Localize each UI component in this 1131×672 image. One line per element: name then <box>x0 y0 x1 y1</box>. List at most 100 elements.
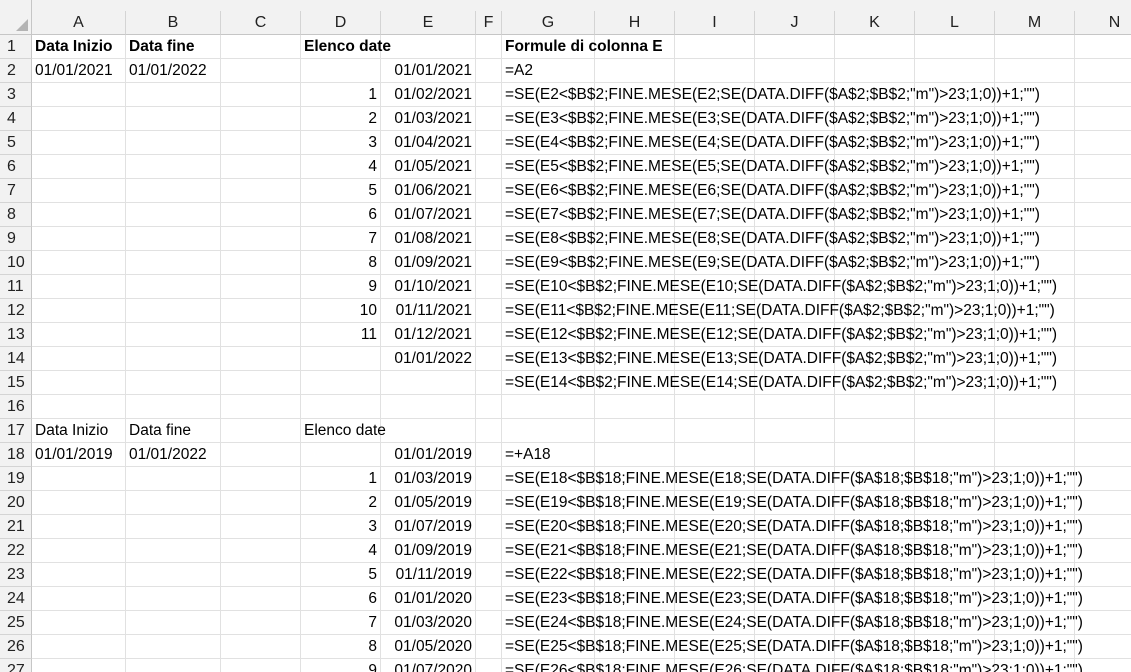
cell-m2[interactable] <box>995 59 1075 83</box>
cell-a10[interactable] <box>32 251 126 275</box>
cell-n20[interactable] <box>1075 491 1131 515</box>
cell-b14[interactable] <box>126 347 221 371</box>
cell-f9[interactable] <box>476 227 502 251</box>
row-header-14[interactable]: 14 <box>0 347 32 371</box>
cell-d10[interactable]: 8 <box>301 251 381 275</box>
cell-i18[interactable] <box>675 443 755 467</box>
row-header-22[interactable]: 22 <box>0 539 32 563</box>
cell-i2[interactable] <box>675 59 755 83</box>
column-header-d[interactable]: D <box>301 11 381 35</box>
cell-b7[interactable] <box>126 179 221 203</box>
cell-e7[interactable]: 01/06/2021 <box>381 179 476 203</box>
cell-f20[interactable] <box>476 491 502 515</box>
cell-c6[interactable] <box>221 155 301 179</box>
cell-l18[interactable] <box>915 443 995 467</box>
cell-d12[interactable]: 10 <box>301 299 381 323</box>
cell-i16[interactable] <box>675 395 755 419</box>
cell-n18[interactable] <box>1075 443 1131 467</box>
cell-e22[interactable]: 01/09/2019 <box>381 539 476 563</box>
cell-e16[interactable] <box>381 395 476 419</box>
cell-a16[interactable] <box>32 395 126 419</box>
cell-e4[interactable]: 01/03/2021 <box>381 107 476 131</box>
cell-e3[interactable]: 01/02/2021 <box>381 83 476 107</box>
row-header-17[interactable]: 17 <box>0 419 32 443</box>
cell-e15[interactable] <box>381 371 476 395</box>
cell-b24[interactable] <box>126 587 221 611</box>
cell-d5[interactable]: 3 <box>301 131 381 155</box>
cell-n3[interactable] <box>1075 83 1131 107</box>
cell-d21[interactable]: 3 <box>301 515 381 539</box>
cell-c22[interactable] <box>221 539 301 563</box>
cell-d14[interactable] <box>301 347 381 371</box>
cell-l17[interactable] <box>915 419 995 443</box>
row-header-10[interactable]: 10 <box>0 251 32 275</box>
cell-c27[interactable] <box>221 659 301 672</box>
cell-a9[interactable] <box>32 227 126 251</box>
cell-g21[interactable]: =SE(E20<$B$18;FINE.MESE(E20;SE(DATA.DIFF… <box>502 515 1083 539</box>
cell-b4[interactable] <box>126 107 221 131</box>
cell-e8[interactable]: 01/07/2021 <box>381 203 476 227</box>
cell-n17[interactable] <box>1075 419 1131 443</box>
cell-g13[interactable]: =SE(E12<$B$2;FINE.MESE(E12;SE(DATA.DIFF(… <box>502 323 1057 347</box>
cell-b5[interactable] <box>126 131 221 155</box>
cell-d13[interactable]: 11 <box>301 323 381 347</box>
column-header-a[interactable]: A <box>32 11 126 35</box>
row-header-12[interactable]: 12 <box>0 299 32 323</box>
column-header-c[interactable]: C <box>221 11 301 35</box>
cell-b10[interactable] <box>126 251 221 275</box>
cell-c8[interactable] <box>221 203 301 227</box>
row-header-4[interactable]: 4 <box>0 107 32 131</box>
cell-n9[interactable] <box>1075 227 1131 251</box>
cell-n15[interactable] <box>1075 371 1131 395</box>
cell-b12[interactable] <box>126 299 221 323</box>
cell-n25[interactable] <box>1075 611 1131 635</box>
cell-l2[interactable] <box>915 59 995 83</box>
cell-f4[interactable] <box>476 107 502 131</box>
cell-k1[interactable] <box>835 35 915 59</box>
cell-c18[interactable] <box>221 443 301 467</box>
cell-g10[interactable]: =SE(E9<$B$2;FINE.MESE(E9;SE(DATA.DIFF($A… <box>502 251 1040 275</box>
cell-e24[interactable]: 01/01/2020 <box>381 587 476 611</box>
cell-c12[interactable] <box>221 299 301 323</box>
cell-n24[interactable] <box>1075 587 1131 611</box>
column-header-h[interactable]: H <box>595 11 675 35</box>
column-header-g[interactable]: G <box>502 11 595 35</box>
row-header-13[interactable]: 13 <box>0 323 32 347</box>
cell-f23[interactable] <box>476 563 502 587</box>
cell-d23[interactable]: 5 <box>301 563 381 587</box>
cell-f12[interactable] <box>476 299 502 323</box>
cell-e20[interactable]: 01/05/2019 <box>381 491 476 515</box>
row-header-16[interactable]: 16 <box>0 395 32 419</box>
cell-c7[interactable] <box>221 179 301 203</box>
cell-m18[interactable] <box>995 443 1075 467</box>
cell-b26[interactable] <box>126 635 221 659</box>
cell-g6[interactable]: =SE(E5<$B$2;FINE.MESE(E5;SE(DATA.DIFF($A… <box>502 155 1040 179</box>
column-header-n[interactable]: N <box>1075 11 1131 35</box>
row-header-23[interactable]: 23 <box>0 563 32 587</box>
cell-n22[interactable] <box>1075 539 1131 563</box>
cell-f14[interactable] <box>476 347 502 371</box>
cell-b3[interactable] <box>126 83 221 107</box>
cell-c25[interactable] <box>221 611 301 635</box>
cell-d6[interactable]: 4 <box>301 155 381 179</box>
cell-c26[interactable] <box>221 635 301 659</box>
cell-e26[interactable]: 01/05/2020 <box>381 635 476 659</box>
cell-f2[interactable] <box>476 59 502 83</box>
cell-c2[interactable] <box>221 59 301 83</box>
cell-d7[interactable]: 5 <box>301 179 381 203</box>
cell-n23[interactable] <box>1075 563 1131 587</box>
cell-g15[interactable]: =SE(E14<$B$2;FINE.MESE(E14;SE(DATA.DIFF(… <box>502 371 1057 395</box>
cell-g22[interactable]: =SE(E21<$B$18;FINE.MESE(E21;SE(DATA.DIFF… <box>502 539 1083 563</box>
cell-b11[interactable] <box>126 275 221 299</box>
row-header-2[interactable]: 2 <box>0 59 32 83</box>
row-header-18[interactable]: 18 <box>0 443 32 467</box>
cell-d3[interactable]: 1 <box>301 83 381 107</box>
cell-e2[interactable]: 01/01/2021 <box>381 59 476 83</box>
cell-k17[interactable] <box>835 419 915 443</box>
cell-f16[interactable] <box>476 395 502 419</box>
cell-f21[interactable] <box>476 515 502 539</box>
cell-f26[interactable] <box>476 635 502 659</box>
cell-c23[interactable] <box>221 563 301 587</box>
cell-d19[interactable]: 1 <box>301 467 381 491</box>
cell-c17[interactable] <box>221 419 301 443</box>
